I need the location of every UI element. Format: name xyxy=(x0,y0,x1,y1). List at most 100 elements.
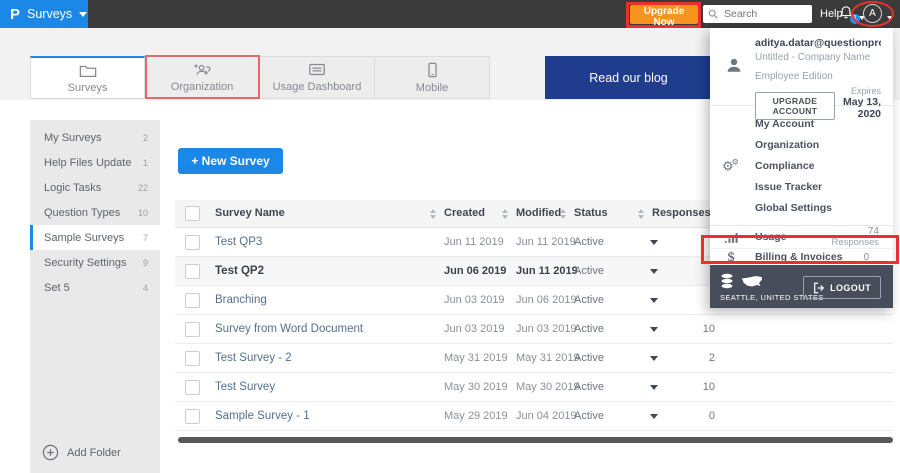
survey-table-row: Test Survey May 30 2019 May 30 2019 Acti… xyxy=(175,373,893,402)
read-our-blog-banner[interactable]: Read our blog xyxy=(545,56,712,99)
survey-name-link[interactable]: Test QP2 xyxy=(215,257,264,285)
search-icon xyxy=(708,9,718,19)
app-menu-label: Surveys xyxy=(27,7,73,21)
app-switcher-menu[interactable]: P Surveys xyxy=(0,0,88,28)
row-checkbox[interactable] xyxy=(185,351,200,366)
sidebar-folder-item[interactable]: Sample Surveys 7 xyxy=(30,225,160,250)
status-dropdown-caret[interactable] xyxy=(650,240,658,249)
tab-organization[interactable]: Organization xyxy=(145,56,260,99)
account-dropdown-panel: aditya.datar@questionpro.c... Untitled -… xyxy=(710,28,893,308)
row-checkbox[interactable] xyxy=(185,293,200,308)
survey-table-row: Sample Survey - 1 May 29 2019 Jun 04 201… xyxy=(175,402,893,431)
row-checkbox[interactable] xyxy=(185,322,200,337)
tab-mobile[interactable]: Mobile xyxy=(375,56,490,99)
created-date: Jun 11 2019 xyxy=(444,236,504,248)
created-date: May 31 2019 xyxy=(444,352,508,364)
logout-icon xyxy=(814,282,825,293)
usage-label: Usage xyxy=(755,231,787,243)
database-icon xyxy=(721,273,733,289)
survey-name-link[interactable]: Sample Survey - 1 xyxy=(215,402,310,430)
status-value: Active xyxy=(574,323,604,335)
sort-icon[interactable] xyxy=(638,209,644,219)
chevron-down-icon[interactable] xyxy=(887,16,893,23)
sidebar-folder-item[interactable]: Security Settings 9 xyxy=(30,250,160,275)
menu-item-organization[interactable]: Organization xyxy=(710,134,893,155)
gears-icon: ⚙⚙ xyxy=(722,157,739,173)
notifications-button[interactable]: 1 xyxy=(839,5,860,24)
folder-count: 1 xyxy=(142,157,148,168)
survey-name-link[interactable]: Branching xyxy=(215,286,267,314)
row-checkbox[interactable] xyxy=(185,235,200,250)
sidebar-folder-item[interactable]: Help Files Update 1 xyxy=(30,150,160,175)
menu-item-my-account[interactable]: My Account xyxy=(710,113,893,134)
menu-item-global-settings[interactable]: Global Settings xyxy=(710,197,893,218)
billing-invoices-row[interactable]: $ Billing & Invoices 0 xyxy=(710,248,893,265)
account-edition: Employee Edition xyxy=(755,71,833,82)
tab-surveys[interactable]: Surveys xyxy=(30,56,145,99)
plus-circle-icon xyxy=(42,444,59,461)
usage-row[interactable]: Usage 74 Responses xyxy=(710,226,893,248)
expires-label: Expires xyxy=(850,86,881,96)
created-date: Jun 03 2019 xyxy=(444,323,505,335)
folder-label: Security Settings xyxy=(44,256,127,269)
search-input[interactable] xyxy=(722,7,806,21)
folder-list: My Surveys 2 Help Files Update 1 Logic T… xyxy=(30,120,160,300)
row-checkbox[interactable] xyxy=(185,264,200,279)
sidebar-folder-item[interactable]: My Surveys 2 xyxy=(30,125,160,150)
responses-count: 0 xyxy=(708,410,715,422)
usage-count: 74 xyxy=(867,226,879,237)
row-checkbox[interactable] xyxy=(185,380,200,395)
billing-value: 0 xyxy=(863,251,869,263)
search-box[interactable] xyxy=(703,5,812,23)
survey-name-link[interactable]: Survey from Word Document xyxy=(215,315,363,343)
status-value: Active xyxy=(574,352,604,364)
survey-name-link[interactable]: Test Survey - 2 xyxy=(215,344,292,372)
blog-banner-label: Read our blog xyxy=(589,70,668,85)
status-dropdown-caret[interactable] xyxy=(650,298,658,307)
tab-label: Usage Dashboard xyxy=(272,81,362,93)
avatar[interactable]: A xyxy=(863,4,882,23)
modified-date: May 31 2019 xyxy=(516,352,580,364)
sort-icon[interactable] xyxy=(502,209,508,219)
sidebar-folder-item[interactable]: Question Types 10 xyxy=(30,200,160,225)
add-folder-button[interactable]: Add Folder xyxy=(42,444,121,461)
modified-date: Jun 11 2019 xyxy=(516,236,576,248)
modified-date: Jun 06 2019 xyxy=(516,294,577,306)
responses-count: 2 xyxy=(708,352,715,364)
dashboard-icon xyxy=(309,63,325,76)
billing-label: Billing & Invoices xyxy=(755,251,843,263)
new-survey-button[interactable]: + New Survey xyxy=(178,148,283,174)
tab-usage-dashboard[interactable]: Usage Dashboard xyxy=(260,56,375,99)
row-checkbox[interactable] xyxy=(185,409,200,424)
sidebar-folder-item[interactable]: Set 5 4 xyxy=(30,275,160,300)
column-header-status: Status xyxy=(574,207,608,219)
sort-icon[interactable] xyxy=(560,209,566,219)
modified-date: Jun 03 2019 xyxy=(516,323,577,335)
upgrade-now-button[interactable]: Upgrade Now xyxy=(630,5,698,28)
modified-date: Jun 11 2019 xyxy=(516,265,578,277)
select-all-checkbox[interactable] xyxy=(185,206,200,221)
sidebar-folder-item[interactable]: Logic Tasks 22 xyxy=(30,175,160,200)
usage-unit: Responses xyxy=(831,237,879,248)
status-value: Active xyxy=(574,294,604,306)
folder-count: 9 xyxy=(142,257,148,268)
status-dropdown-caret[interactable] xyxy=(650,269,658,278)
menu-item-issue-tracker[interactable]: Issue Tracker xyxy=(710,176,893,197)
survey-name-link[interactable]: Test Survey xyxy=(215,373,275,401)
usa-map-icon xyxy=(742,276,762,287)
account-menu-list: ⚙⚙ My Account Organization Compliance Is… xyxy=(710,106,893,225)
folder-label: My Surveys xyxy=(44,131,102,144)
chevron-down-icon xyxy=(79,11,88,21)
column-header-created: Created xyxy=(444,207,485,219)
top-navbar: P Surveys Upgrade Now Help 1 A xyxy=(0,0,900,28)
logout-button[interactable]: LOGOUT xyxy=(803,276,881,299)
folder-icon xyxy=(79,65,96,77)
created-date: May 29 2019 xyxy=(444,410,508,422)
folder-label: Help Files Update xyxy=(44,156,132,169)
horizontal-scrollbar[interactable] xyxy=(178,437,893,443)
sort-icon[interactable] xyxy=(430,209,436,219)
status-value: Active xyxy=(574,236,604,248)
status-value: Active xyxy=(574,410,604,422)
created-date: Jun 06 2019 xyxy=(444,265,507,277)
survey-name-link[interactable]: Test QP3 xyxy=(215,228,262,256)
